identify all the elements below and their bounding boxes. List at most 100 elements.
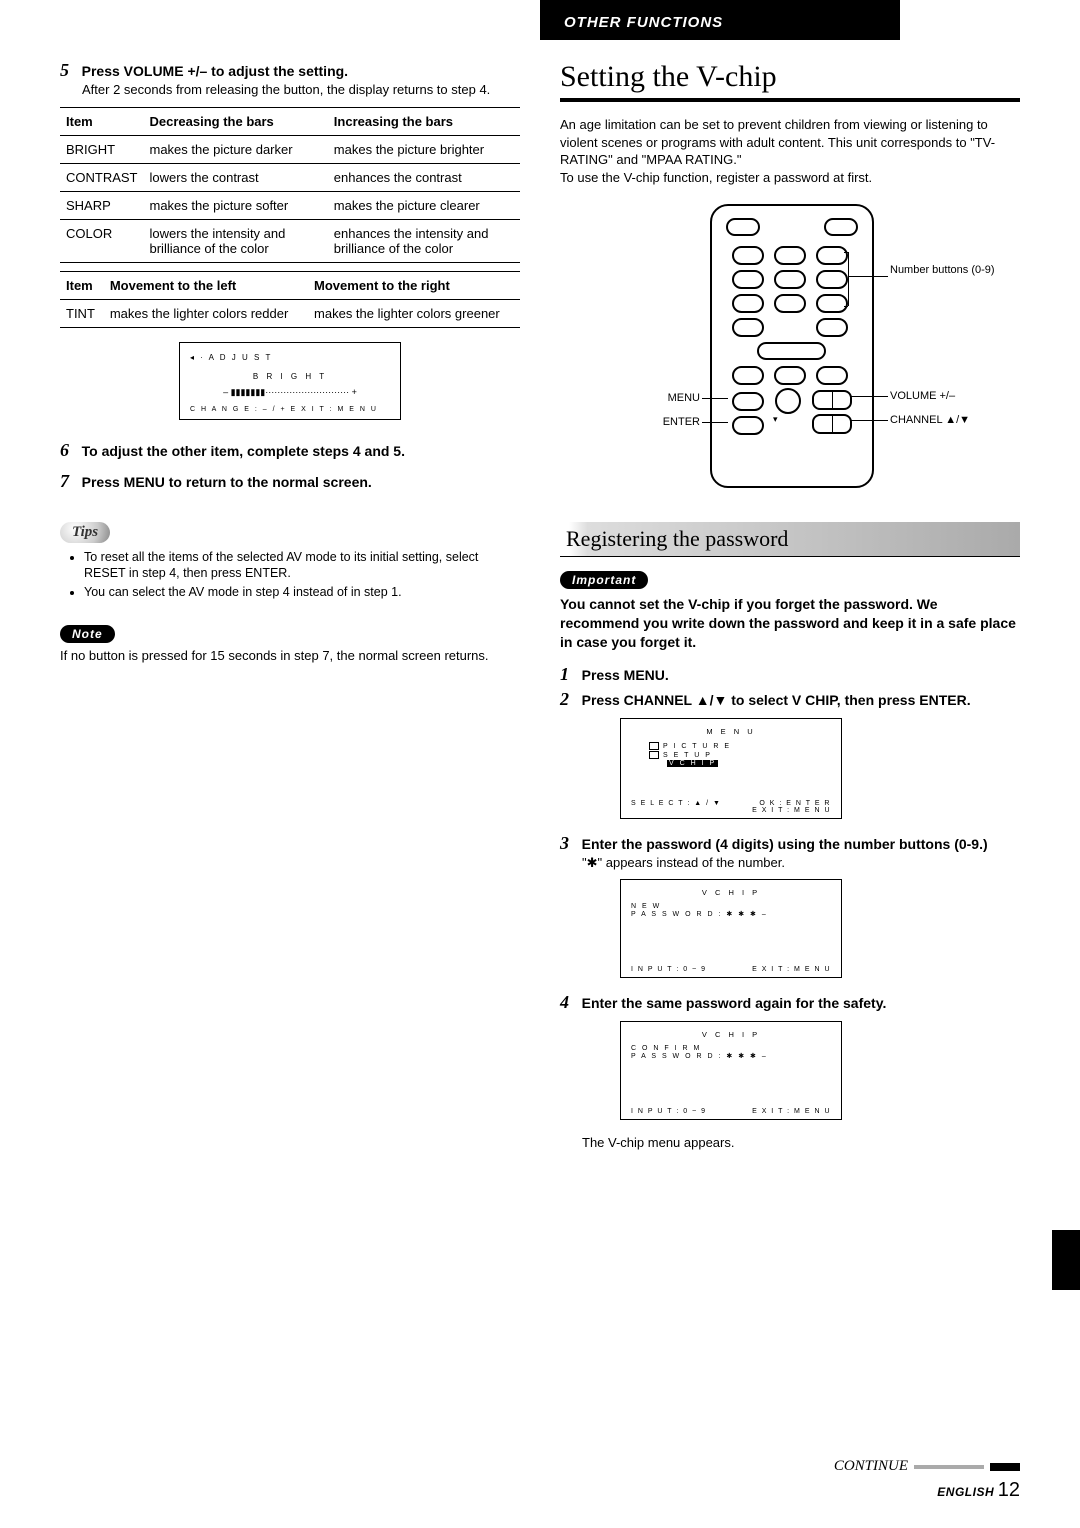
label-number-buttons: Number buttons (0-9) bbox=[890, 264, 995, 276]
th-inc: Increasing the bars bbox=[328, 107, 520, 135]
osd-footer-left: I N P U T : 0 ~ 9 bbox=[631, 966, 707, 973]
section-header: OTHER FUNCTIONS bbox=[540, 14, 924, 31]
remote-volume-rocker bbox=[812, 390, 852, 410]
table-cell: CONTRAST bbox=[60, 163, 144, 191]
lead-line bbox=[702, 422, 728, 423]
left-column: 5 Press VOLUME +/– to adjust the setting… bbox=[60, 60, 520, 1152]
table-cell: enhances the contrast bbox=[328, 163, 520, 191]
osd-footer-right: E X I T : M E N U bbox=[752, 807, 831, 814]
tips-list: To reset all the items of the selected A… bbox=[84, 549, 520, 602]
intro-text: An age limitation can be set to prevent … bbox=[560, 116, 1020, 186]
remote-button bbox=[726, 218, 760, 236]
settings-table-1: Item Decreasing the bars Increasing the … bbox=[60, 107, 520, 263]
table-cell: makes the picture brighter bbox=[328, 135, 520, 163]
osd-title: V C H I P bbox=[631, 1030, 831, 1039]
remote-number-button bbox=[816, 246, 848, 265]
osd-title: V C H I P bbox=[631, 888, 831, 897]
label-menu: MENU bbox=[640, 392, 700, 404]
remote-number-button bbox=[774, 246, 806, 265]
table-cell: lowers the intensity and brilliance of t… bbox=[144, 219, 328, 262]
remote-number-button bbox=[774, 270, 806, 289]
continue-label: CONTINUE bbox=[834, 1458, 908, 1475]
remote-button bbox=[774, 366, 806, 385]
table-cell: makes the picture clearer bbox=[328, 191, 520, 219]
table-cell: COLOR bbox=[60, 219, 144, 262]
settings-table-2: Item Movement to the left Movement to th… bbox=[60, 271, 520, 328]
osd-item-highlighted: V C H I P bbox=[667, 760, 718, 767]
th-right: Movement to the right bbox=[308, 271, 520, 299]
remote-body: ▾ bbox=[710, 204, 874, 488]
osd-footer: C H A N G E : – / + E X I T : M E N U bbox=[190, 406, 390, 413]
step-title: Enter the same password again for the sa… bbox=[582, 995, 887, 1011]
table-cell: lowers the contrast bbox=[144, 163, 328, 191]
table-cell: SHARP bbox=[60, 191, 144, 219]
lead-line bbox=[702, 398, 728, 399]
important-text: You cannot set the V-chip if you forget … bbox=[560, 595, 1020, 652]
remote-number-button bbox=[816, 270, 848, 289]
remote-button bbox=[775, 388, 801, 414]
remote-button bbox=[816, 318, 848, 337]
manual-page: OTHER FUNCTIONS 5 Press VOLUME +/– to ad… bbox=[0, 0, 1080, 1528]
tip-item: You can select the AV mode in step 4 ins… bbox=[84, 584, 520, 601]
title-underline bbox=[560, 98, 1020, 102]
remote-menu-button bbox=[732, 392, 764, 411]
remote-number-button bbox=[774, 294, 806, 313]
osd-footer-left: I N P U T : 0 ~ 9 bbox=[631, 1108, 707, 1115]
step-6: 6 To adjust the other item, complete ste… bbox=[60, 440, 520, 461]
remote-button bbox=[757, 342, 826, 360]
step-body: "✱" appears instead of the number. bbox=[582, 854, 1020, 872]
table-cell: TINT bbox=[60, 299, 104, 327]
step-title: Press VOLUME +/– to adjust the setting. bbox=[82, 63, 348, 79]
table-cell: BRIGHT bbox=[60, 135, 144, 163]
step-number: 3 bbox=[560, 833, 578, 854]
lead-line bbox=[844, 306, 848, 307]
step-number: 1 bbox=[560, 664, 578, 685]
step-number: 6 bbox=[60, 440, 78, 461]
osd-menu-screen: M E N U P I C T U R E S E T U P V C H I … bbox=[620, 718, 842, 819]
osd-line: N E W bbox=[631, 903, 831, 910]
step-number: 4 bbox=[560, 992, 578, 1013]
language-label: ENGLISH bbox=[937, 1485, 994, 1499]
table-cell: makes the picture softer bbox=[144, 191, 328, 219]
osd-line: P A S S W O R D : ✱ ✱ ✱ – bbox=[631, 1052, 831, 1060]
remote-channel-rocker bbox=[812, 414, 852, 434]
remote-subtext: ▾ bbox=[773, 414, 778, 425]
osd-vchip-confirm: V C H I P C O N F I R M P A S S W O R D … bbox=[620, 1021, 842, 1120]
remote-number-button bbox=[816, 294, 848, 313]
remote-number-button bbox=[732, 246, 764, 265]
step-5: 5 Press VOLUME +/– to adjust the setting… bbox=[60, 60, 520, 99]
step-number: 2 bbox=[560, 689, 578, 710]
th-item: Item bbox=[60, 271, 104, 299]
menu-icon bbox=[649, 751, 659, 759]
th-dec: Decreasing the bars bbox=[144, 107, 328, 135]
step-title: Press MENU to return to the normal scree… bbox=[82, 474, 372, 490]
right-column: Setting the V-chip An age limitation can… bbox=[560, 60, 1020, 1152]
remote-button bbox=[732, 318, 764, 337]
osd-bar: – ▮▮▮▮▮▮▮···························· + bbox=[190, 387, 390, 398]
step-2: 2 Press CHANNEL ▲/▼ to select V CHIP, th… bbox=[560, 689, 1020, 710]
lead-line bbox=[850, 396, 888, 397]
page-footer: CONTINUE ENGLISH 12 bbox=[834, 1458, 1020, 1502]
osd-footer-right: O K : E N T E R bbox=[759, 800, 831, 807]
osd-footer-right: E X I T : M E N U bbox=[752, 1108, 831, 1115]
table-cell: makes the lighter colors greener bbox=[308, 299, 520, 327]
lead-line bbox=[850, 420, 888, 421]
osd-title: M E N U bbox=[631, 727, 831, 736]
menu-icon bbox=[649, 742, 659, 750]
subsection-title: Registering the password bbox=[560, 522, 1020, 557]
lead-line bbox=[844, 252, 848, 253]
remote-button bbox=[824, 218, 858, 236]
decor-bar bbox=[914, 1465, 984, 1469]
remote-number-button bbox=[732, 294, 764, 313]
tip-item: To reset all the items of the selected A… bbox=[84, 549, 520, 583]
remote-button bbox=[816, 366, 848, 385]
step-4: 4 Enter the same password again for the … bbox=[560, 992, 1020, 1013]
osd-item-label: P I C T U R E bbox=[663, 743, 731, 750]
remote-diagram: ▾ Number buttons (0-9) MENU ENTER VOLUME… bbox=[580, 204, 1000, 504]
step-title: Press MENU. bbox=[582, 667, 669, 683]
lead-line bbox=[848, 252, 849, 306]
table-cell: makes the picture darker bbox=[144, 135, 328, 163]
remote-enter-button bbox=[732, 416, 764, 435]
note-badge: Note bbox=[60, 625, 115, 643]
step-1: 1 Press MENU. bbox=[560, 664, 1020, 685]
